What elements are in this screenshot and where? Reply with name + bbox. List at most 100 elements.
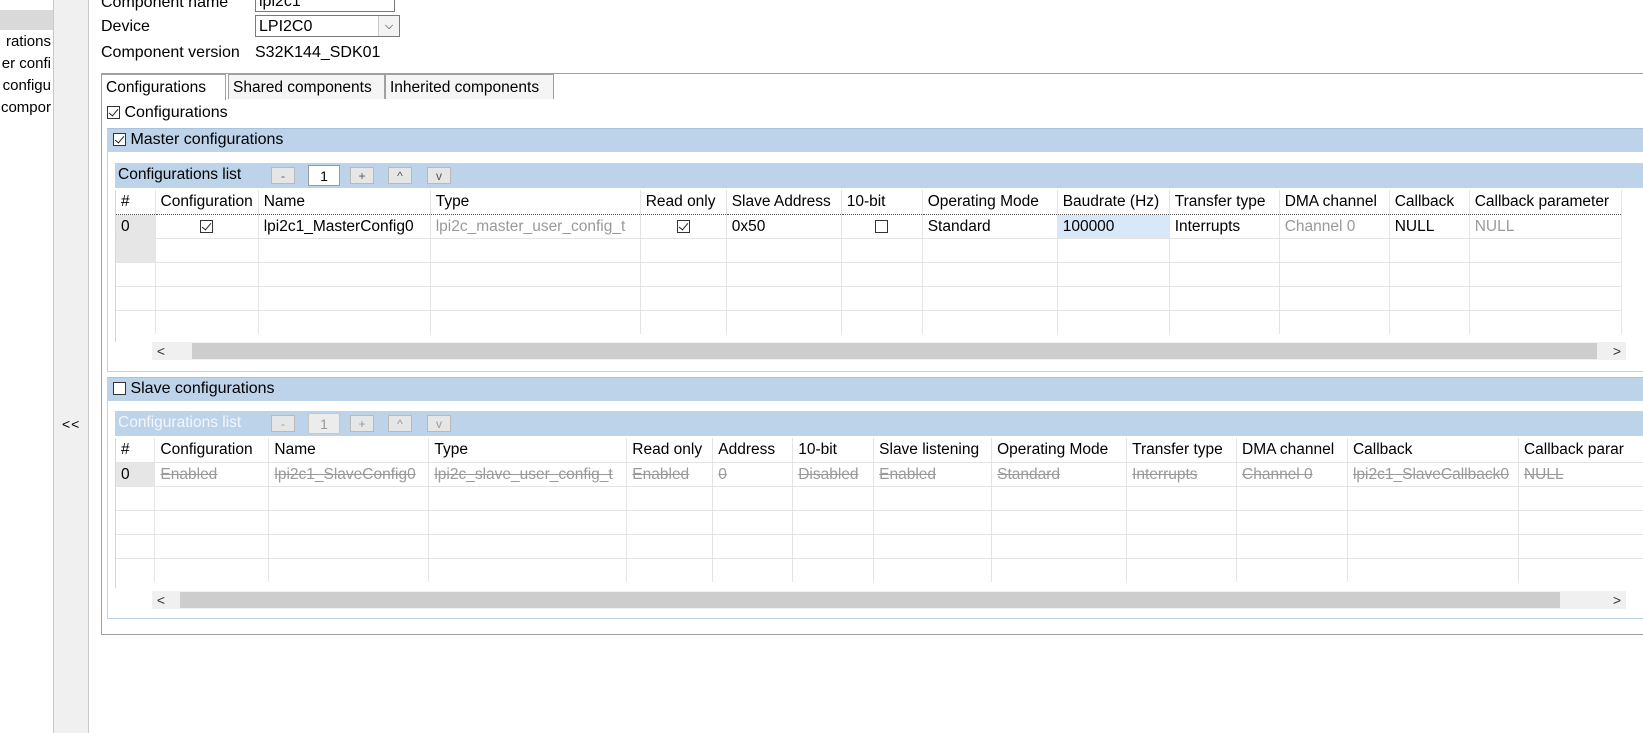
column-header[interactable]: Transfer type (1126, 438, 1238, 463)
column-header[interactable]: Callback (1389, 190, 1470, 215)
tree-item[interactable]: rations (6, 33, 51, 50)
scroll-thumb[interactable] (180, 592, 1560, 608)
column-header[interactable]: Configuration (155, 190, 259, 215)
column-header[interactable]: # (116, 190, 156, 215)
type-cell: lpi2c_master_user_config_t (430, 214, 641, 239)
scroll-thumb[interactable] (192, 343, 1597, 359)
callback-cell: lpi2c1_SlaveCallback0 (1347, 462, 1519, 487)
column-header[interactable]: DMA channel (1236, 438, 1348, 463)
device-select[interactable]: LPI2C0 ⌵ (255, 15, 400, 37)
tab-configurations[interactable]: Configurations (101, 74, 226, 100)
slave-move-down-button: v (427, 415, 451, 432)
type-cell: lpi2c_slave_user_config_t (428, 462, 628, 487)
component-name-field[interactable]: lpi2c1 (255, 0, 395, 12)
callback-parameter-cell: NULL (1518, 462, 1643, 487)
scroll-right-icon[interactable]: > (1608, 591, 1626, 609)
component-version-value: S32K144_SDK01 (255, 44, 381, 61)
move-down-button[interactable]: v (427, 167, 451, 184)
callback-parameter-cell[interactable]: NULL (1469, 214, 1622, 239)
column-header[interactable]: Read only (640, 190, 727, 215)
slave-list-toolbar: Configurations list - 1 + ^ v (115, 411, 1643, 436)
empty-row (116, 510, 1643, 535)
empty-row (116, 534, 1643, 559)
column-header[interactable]: Type (428, 438, 628, 463)
empty-row (116, 262, 1622, 287)
ten-bit-cell[interactable] (841, 214, 923, 239)
ten-bit-checkbox[interactable] (875, 219, 889, 233)
empty-row (116, 310, 1622, 334)
move-up-button[interactable]: ^ (388, 167, 412, 184)
add-slave-config-button: + (350, 415, 374, 432)
scroll-left-icon[interactable]: < (152, 591, 170, 609)
name-cell: lpi2c1_SlaveConfig0 (268, 462, 430, 487)
column-header[interactable]: Operating Mode (922, 190, 1058, 215)
operating-mode-cell[interactable]: Standard (922, 214, 1058, 239)
configuration-enabled-checkbox[interactable] (200, 219, 214, 233)
table-row[interactable]: 0 lpi2c1_MasterConfig0 lpi2c_master_user… (116, 214, 1622, 239)
column-header[interactable]: DMA channel (1279, 190, 1390, 215)
scroll-left-icon[interactable]: < (152, 342, 170, 360)
slave-horizontal-scrollbar[interactable]: < > (152, 591, 1626, 609)
column-header[interactable]: # (116, 438, 156, 463)
chevron-down-icon[interactable]: ⌵ (378, 16, 399, 36)
column-header[interactable]: Type (430, 190, 641, 215)
column-header[interactable]: Name (268, 438, 430, 463)
remove-config-button[interactable]: - (271, 167, 295, 184)
column-header[interactable]: Callback parar (1518, 438, 1643, 463)
configuration-cell: Enabled (154, 462, 270, 487)
column-header[interactable]: Operating Mode (991, 438, 1128, 463)
device-label: Device (101, 18, 150, 35)
baudrate-cell[interactable]: 100000 (1057, 214, 1170, 239)
operating-mode-cell: Standard (991, 462, 1128, 487)
read-only-cell: Enabled (626, 462, 714, 487)
slave-move-up-button: ^ (388, 415, 412, 432)
callback-cell[interactable]: NULL (1389, 214, 1470, 239)
collapse-panel-button[interactable]: << (62, 416, 80, 432)
column-header[interactable]: Configuration (154, 438, 270, 463)
empty-row (116, 238, 1622, 263)
read-only-checkbox[interactable] (676, 219, 690, 233)
tree-item[interactable]: compor (1, 99, 51, 116)
column-header[interactable]: 10-bit (841, 190, 923, 215)
empty-row (116, 486, 1643, 511)
column-header[interactable]: Name (258, 190, 431, 215)
column-header[interactable]: 10-bit (792, 438, 875, 463)
name-cell[interactable]: lpi2c1_MasterConfig0 (258, 214, 431, 239)
component-version-label: Component version (101, 44, 240, 61)
tree-item[interactable]: configu (3, 77, 51, 94)
configurations-checkbox[interactable] (107, 106, 120, 120)
slave-table-header: # Configuration Name Type Read only Addr… (116, 438, 1643, 463)
master-horizontal-scrollbar[interactable]: < > (152, 342, 1626, 360)
tree-selected-item[interactable] (0, 10, 53, 30)
slave-configurations-checkbox[interactable] (113, 382, 126, 396)
column-header[interactable]: Transfer type (1169, 190, 1280, 215)
read-only-cell[interactable] (640, 214, 727, 239)
add-config-button[interactable]: + (350, 167, 374, 184)
config-count-field[interactable]: 1 (308, 165, 340, 186)
column-header[interactable]: Read only (626, 438, 714, 463)
column-header[interactable]: Baudrate (Hz) (1057, 190, 1170, 215)
column-header[interactable]: Callback parameter (1469, 190, 1622, 215)
master-table-header: # Configuration Name Type Read only Slav… (116, 190, 1622, 215)
scroll-right-icon[interactable]: > (1608, 342, 1626, 360)
configurations-toggle[interactable]: Configurations (107, 104, 228, 122)
configuration-cell[interactable] (155, 214, 259, 239)
device-select-value: LPI2C0 (259, 18, 313, 35)
dma-channel-cell[interactable]: Channel 0 (1279, 214, 1390, 239)
master-configurations-checkbox[interactable] (113, 133, 126, 147)
panel-splitter[interactable]: << (54, 0, 89, 733)
column-header[interactable]: Slave Address (726, 190, 842, 215)
transfer-type-cell[interactable]: Interrupts (1169, 214, 1280, 239)
slave-address-cell[interactable]: 0x50 (726, 214, 842, 239)
slave-configurations-bar[interactable]: Slave configurations (107, 377, 1643, 401)
column-header[interactable]: Slave listening (873, 438, 993, 463)
empty-row (116, 286, 1622, 311)
tab-shared-components[interactable]: Shared components (228, 74, 385, 99)
table-row: 0 Enabled lpi2c1_SlaveConfig0 lpi2c_slav… (116, 462, 1643, 487)
column-header[interactable]: Callback (1347, 438, 1519, 463)
tab-inherited-components[interactable]: Inherited components (385, 74, 554, 99)
column-header[interactable]: Address (712, 438, 794, 463)
component-name-label: Component name (101, 0, 229, 11)
master-configurations-bar[interactable]: Master configurations (107, 128, 1643, 152)
tree-item[interactable]: er confi (2, 55, 51, 72)
